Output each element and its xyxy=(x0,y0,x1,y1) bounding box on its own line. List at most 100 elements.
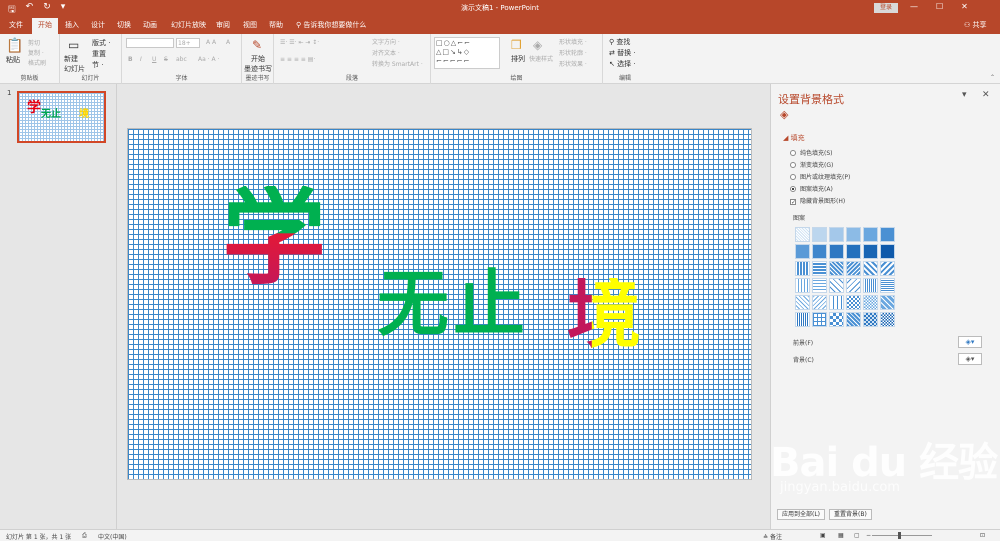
new-slide-button[interactable]: 新建 幻灯片 xyxy=(64,54,85,74)
pattern-swatch[interactable] xyxy=(795,227,810,242)
slide-char-jing[interactable]: 境 xyxy=(567,278,641,352)
select-button[interactable]: ↖ 选择 · xyxy=(609,59,636,69)
start-inking-button[interactable]: 开始 墨迹书写 xyxy=(244,54,272,74)
pattern-swatch[interactable] xyxy=(880,278,895,293)
tab-animations[interactable]: 动画 xyxy=(143,20,157,30)
maximize-icon[interactable]: ☐ xyxy=(936,2,943,11)
section-button[interactable]: 节 · xyxy=(92,60,103,70)
arrange-button[interactable]: 排列 xyxy=(511,54,525,64)
shape-effects-button[interactable]: 形状效果 · xyxy=(559,59,587,68)
pattern-swatch[interactable] xyxy=(863,244,878,259)
strikethrough-button[interactable]: S xyxy=(164,56,168,63)
normal-view-icon[interactable]: ▣ xyxy=(820,532,826,539)
pattern-swatch[interactable] xyxy=(863,261,878,276)
clear-format-icon[interactable]: A xyxy=(226,39,230,46)
pattern-swatch[interactable] xyxy=(846,227,861,242)
new-slide-icon[interactable]: ▭ xyxy=(68,38,79,52)
pane-options-icon[interactable]: ▾ xyxy=(962,90,967,100)
gradient-fill-option[interactable]: 渐变填充(G) xyxy=(790,160,833,169)
reading-view-icon[interactable]: ▢ xyxy=(854,532,860,539)
reset-button[interactable]: 重置 xyxy=(92,49,106,59)
apply-to-all-button[interactable]: 应用到全部(L) xyxy=(777,509,826,520)
format-painter-button[interactable]: 格式刷 xyxy=(28,58,46,67)
zoom-slider-knob[interactable] xyxy=(898,532,901,539)
smartart-button[interactable]: 转换为 SmartArt · xyxy=(372,59,423,68)
bullets-icon[interactable]: ☰· ☰· ⇤ ⇥ ↕· xyxy=(280,39,319,46)
pattern-swatch[interactable] xyxy=(846,278,861,293)
hide-background-graphics-checkbox[interactable]: ✓ 隐藏背景图形(H) xyxy=(790,196,845,206)
pattern-swatch[interactable] xyxy=(812,295,827,310)
slide-char-xue[interactable]: 学 xyxy=(222,186,326,290)
pen-icon[interactable]: ✎ xyxy=(252,38,262,52)
slide-thumbnail[interactable]: 学 无止 境 xyxy=(17,91,106,143)
pattern-swatch[interactable] xyxy=(795,312,810,327)
zoom-slider[interactable] xyxy=(872,535,932,536)
text-direction-button[interactable]: 文字方向 · xyxy=(372,37,400,46)
login-button[interactable]: 登录 xyxy=(874,3,898,13)
collapse-ribbon-icon[interactable]: ⌃ xyxy=(990,74,995,81)
language-status[interactable]: 中文(中国) xyxy=(98,532,127,541)
pattern-swatch[interactable] xyxy=(812,261,827,276)
font-color-icon[interactable]: Aa · A · xyxy=(198,56,219,63)
font-size-combo[interactable]: 18+ xyxy=(176,38,200,48)
tab-view[interactable]: 视图 xyxy=(243,20,257,30)
tab-design[interactable]: 设计 xyxy=(91,20,105,30)
picture-fill-option[interactable]: 图片或纹理填充(P) xyxy=(790,172,850,181)
align-icons[interactable]: ≡ ≡ ≡ ≡ ▤· xyxy=(280,56,315,63)
pattern-swatch[interactable] xyxy=(829,295,844,310)
share-button[interactable]: ⚇ 共享 xyxy=(964,20,987,30)
tab-transitions[interactable]: 切换 xyxy=(117,20,131,30)
shadow-button[interactable]: abc xyxy=(176,56,187,63)
pattern-swatch[interactable] xyxy=(846,244,861,259)
paste-button[interactable]: 粘贴 xyxy=(6,55,20,65)
arrange-icon[interactable]: ❒ xyxy=(511,38,522,52)
paste-icon[interactable]: 📋 xyxy=(6,38,23,54)
shape-outline-button[interactable]: 形状轮廓 · xyxy=(559,48,587,57)
pattern-swatch[interactable] xyxy=(829,261,844,276)
spellcheck-icon[interactable]: ⎙ xyxy=(82,532,87,540)
replace-button[interactable]: ⇄ 替换 · xyxy=(609,48,636,58)
pattern-swatch[interactable] xyxy=(795,261,810,276)
tell-me-box[interactable]: ⚲ 告诉我你想要做什么 xyxy=(296,20,366,30)
pattern-swatch[interactable] xyxy=(829,244,844,259)
find-button[interactable]: ⚲ 查找 xyxy=(609,37,630,47)
pattern-swatch[interactable] xyxy=(863,312,878,327)
layout-button[interactable]: 版式 · xyxy=(92,38,110,48)
pattern-swatch[interactable] xyxy=(812,244,827,259)
cut-button[interactable]: 剪切 xyxy=(28,38,40,47)
italic-button[interactable]: I xyxy=(140,56,142,63)
pane-close-icon[interactable]: ✕ xyxy=(982,90,990,100)
tab-insert[interactable]: 插入 xyxy=(65,20,79,30)
pattern-swatch[interactable] xyxy=(863,227,878,242)
shape-fill-button[interactable]: 形状填充 · xyxy=(559,37,587,46)
notes-button[interactable]: ≙ 备注 xyxy=(763,532,782,541)
pattern-swatch[interactable] xyxy=(863,278,878,293)
background-color-button[interactable]: ◈▾ xyxy=(958,353,982,365)
close-icon[interactable]: ✕ xyxy=(961,2,968,11)
pattern-swatch[interactable] xyxy=(880,244,895,259)
font-name-combo[interactable] xyxy=(126,38,174,48)
fill-section-header[interactable]: ◢ 填充 xyxy=(783,133,805,143)
pattern-swatch[interactable] xyxy=(812,312,827,327)
pattern-swatch[interactable] xyxy=(829,312,844,327)
foreground-color-button[interactable]: ◈▾ xyxy=(958,336,982,348)
underline-button[interactable]: U xyxy=(152,56,156,63)
minimize-icon[interactable]: — xyxy=(910,2,918,11)
quick-styles-icon[interactable]: ◈ xyxy=(533,38,542,52)
solid-fill-option[interactable]: 纯色填充(S) xyxy=(790,148,833,157)
tab-help[interactable]: 帮助 xyxy=(269,20,283,30)
shapes-gallery[interactable]: □○△⌐⌐ △□↘↳◇ ⌐⌐⌐⌐⌐ xyxy=(434,37,500,69)
fill-bucket-icon[interactable]: ◈ xyxy=(780,108,788,121)
copy-button[interactable]: 复制 · xyxy=(28,48,44,57)
tab-slideshow[interactable]: 幻灯片放映 xyxy=(171,20,206,30)
pattern-swatch[interactable] xyxy=(880,295,895,310)
pattern-swatch[interactable] xyxy=(880,261,895,276)
pattern-swatch[interactable] xyxy=(812,278,827,293)
pattern-swatch[interactable] xyxy=(880,227,895,242)
tab-file[interactable]: 文件 xyxy=(9,20,23,30)
tab-review[interactable]: 审阅 xyxy=(216,20,230,30)
pattern-swatch[interactable] xyxy=(812,227,827,242)
tab-home[interactable]: 开始 xyxy=(32,18,58,34)
pattern-swatch[interactable] xyxy=(880,312,895,327)
grow-font-icon[interactable]: A A xyxy=(206,39,216,46)
